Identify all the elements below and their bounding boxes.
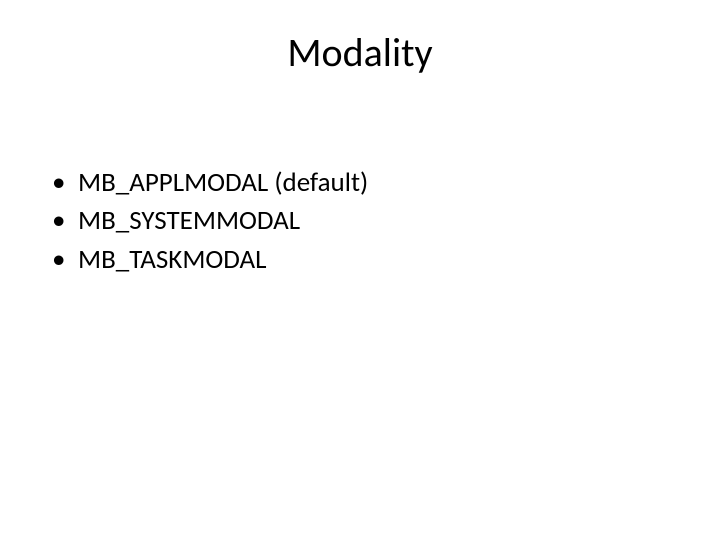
list-item: MB_SYSTEMMODAL — [52, 203, 680, 239]
bullet-list: MB_APPLMODAL (default) MB_SYSTEMMODAL MB… — [40, 165, 680, 278]
list-item: MB_APPLMODAL (default) — [52, 165, 680, 201]
list-item: MB_TASKMODAL — [52, 242, 680, 278]
slide-title: Modality — [40, 28, 680, 77]
slide: Modality MB_APPLMODAL (default) MB_SYSTE… — [0, 0, 720, 540]
